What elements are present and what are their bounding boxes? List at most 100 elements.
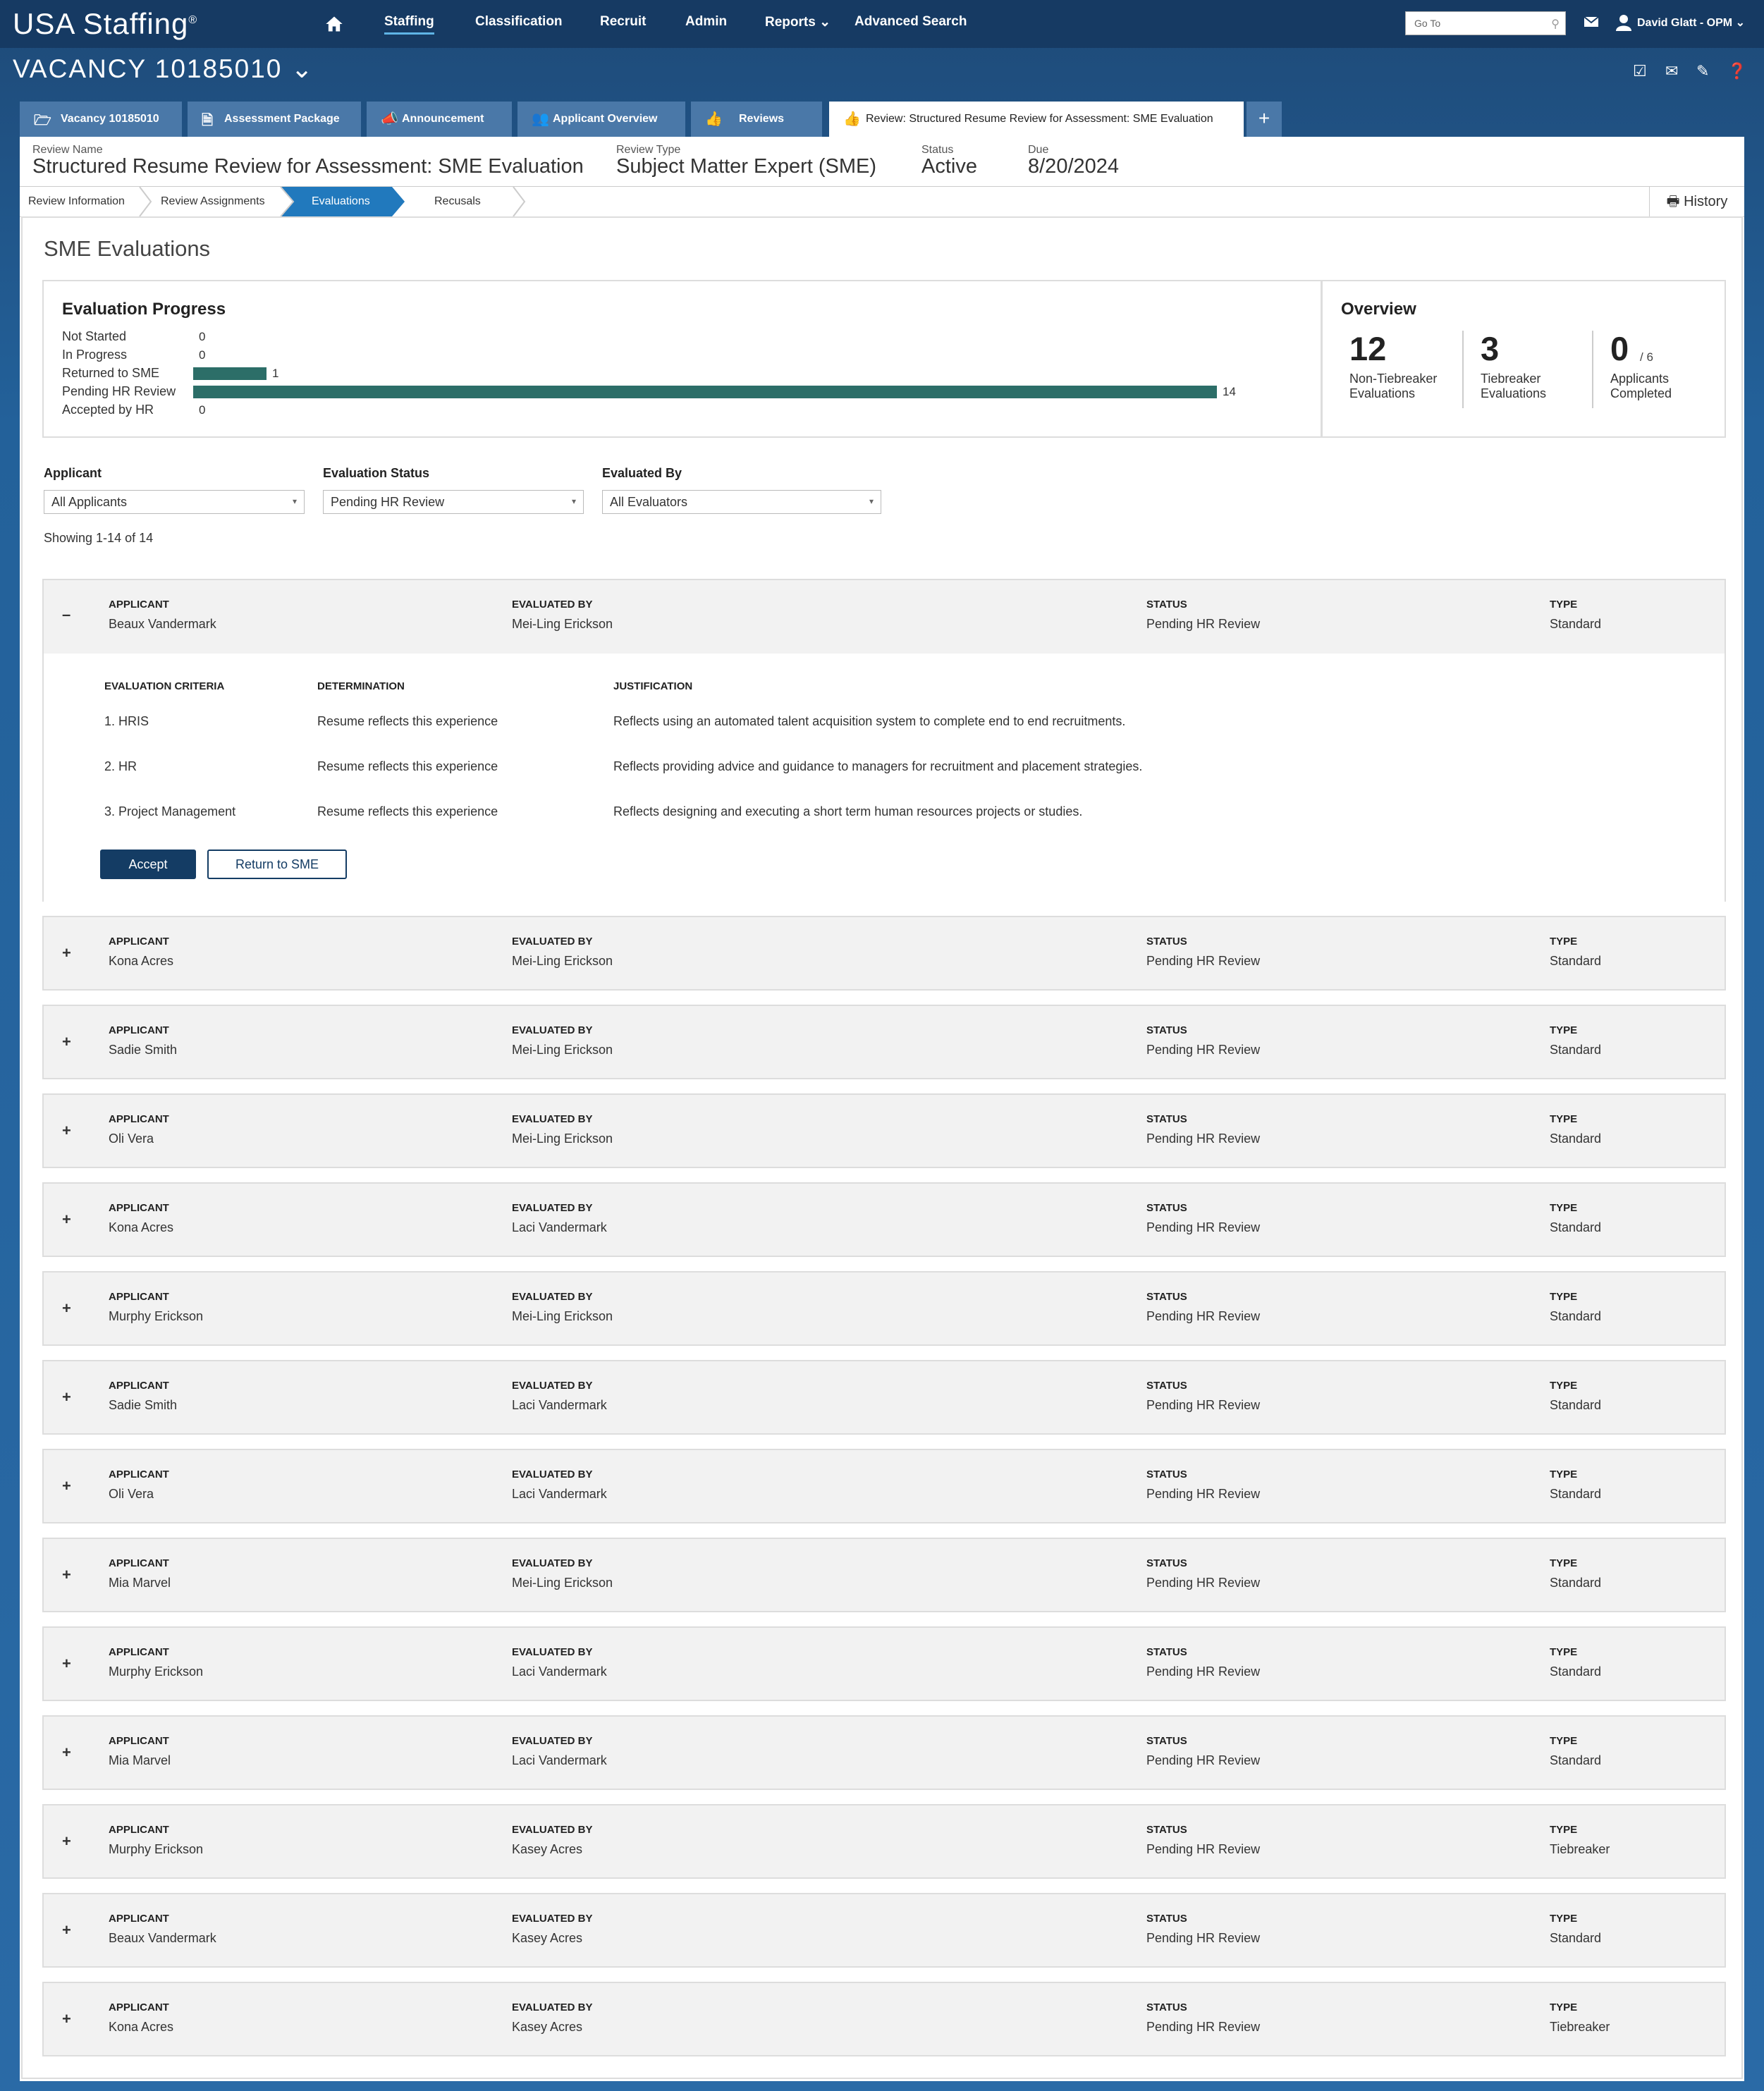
col-header-type: TYPE (1550, 2001, 1578, 2013)
nav-advanced-search[interactable]: Advanced Search (855, 14, 967, 30)
nav-admin[interactable]: Admin (685, 14, 727, 30)
chat-icon[interactable]: ✎ (1696, 62, 1709, 80)
expand-toggle[interactable]: + (62, 1921, 71, 1939)
col-header-evaluated-by: EVALUATED BY (512, 599, 593, 611)
evaluation-card[interactable]: + APPLICANT Sadie Smith EVALUATED BY Mei-Lin… (42, 1005, 1726, 1079)
tab-assessment-package[interactable]: 🗎 Assessment Package (188, 102, 361, 137)
app-logo[interactable]: USA Staffing® (13, 7, 197, 41)
nav-classification[interactable]: Classification (475, 14, 563, 30)
evaluation-card[interactable]: – APPLICANT Beaux Vandermark EVALUATED BY Me… (42, 579, 1726, 902)
user-menu[interactable]: David Glatt - OPM ⌄ (1637, 16, 1745, 30)
evaluation-card[interactable]: + APPLICANT Murphy Erickson EVALUATED BY Lac… (42, 1626, 1726, 1701)
criteria-criteria: 1. HRIS (104, 714, 149, 728)
nav-staffing[interactable]: Staffing (384, 14, 434, 35)
evaluation-card[interactable]: + APPLICANT Sadie Smith EVALUATED BY Laci Va… (42, 1360, 1726, 1435)
col-header-status: STATUS (1146, 599, 1187, 611)
goto-input[interactable]: Go To ⚲ (1405, 11, 1566, 35)
step-recusals[interactable]: Recusals (434, 187, 481, 216)
home-icon[interactable] (324, 14, 344, 34)
evaluation-card[interactable]: + APPLICANT Beaux Vandermark EVALUATED BY Ka… (42, 1893, 1726, 1968)
collapse-toggle[interactable]: – (62, 606, 71, 624)
step-review-information[interactable]: Review Information (28, 187, 125, 216)
cell-evaluator: Laci Vandermark (512, 1753, 607, 1767)
checklist-icon[interactable]: ☑ (1633, 62, 1647, 80)
expand-toggle[interactable]: + (62, 1033, 71, 1051)
tab-applicant-overview[interactable]: 👥 Applicant Overview (517, 102, 685, 137)
col-header-evaluated-by: EVALUATED BY (512, 1380, 593, 1392)
col-header-status: STATUS (1146, 1024, 1187, 1036)
accept-button[interactable]: Accept (100, 850, 196, 879)
expand-toggle[interactable]: + (62, 1210, 71, 1229)
nav-recruit[interactable]: Recruit (600, 14, 646, 30)
tab-review-active[interactable]: 👍 Review: Structured Resume Review for As… (829, 102, 1244, 138)
inbox-icon[interactable]: ✉ (1665, 62, 1678, 80)
user-icon[interactable] (1616, 14, 1631, 31)
evaluation-card[interactable]: + APPLICANT Murphy Erickson EVALUATED BY Kas… (42, 1804, 1726, 1879)
add-tab-button[interactable]: + (1247, 102, 1282, 137)
cell-type: Standard (1550, 1220, 1602, 1234)
help-icon[interactable]: ❓ (1727, 62, 1746, 80)
printer-icon: 🖶 (1666, 194, 1680, 209)
mail-icon[interactable] (1584, 16, 1599, 28)
cell-evaluator: Mei-Ling Erickson (512, 1043, 613, 1057)
progress-count: 0 (199, 330, 206, 343)
expand-toggle[interactable]: + (62, 1122, 71, 1140)
col-header-type: TYPE (1550, 1557, 1578, 1569)
expand-toggle[interactable]: + (62, 1655, 71, 1673)
criteria-determination: Resume reflects this experience (317, 804, 498, 818)
col-header-type: TYPE (1550, 1646, 1578, 1658)
history-button[interactable]: 🖶 History (1649, 187, 1744, 216)
expand-toggle[interactable]: + (62, 2010, 71, 2028)
tab-reviews[interactable]: 👍 Reviews (691, 102, 822, 137)
cell-status: Pending HR Review (1146, 1842, 1261, 1856)
step-evaluations[interactable]: Evaluations (312, 187, 370, 216)
criteria-determination: Resume reflects this experience (317, 714, 498, 728)
evaluation-card[interactable]: + APPLICANT Kona Acres EVALUATED BY Mei-Ling… (42, 916, 1726, 991)
expand-toggle[interactable]: + (62, 1388, 71, 1406)
evaluation-card[interactable]: + APPLICANT Oli Vera EVALUATED BY Laci Vande… (42, 1449, 1726, 1523)
evaluator-filter-select[interactable]: All Evaluators ▾ (602, 490, 881, 514)
step-review-assignments[interactable]: Review Assignments (161, 187, 265, 216)
cell-status: Pending HR Review (1146, 2020, 1261, 2034)
expand-toggle[interactable]: + (62, 1477, 71, 1495)
search-icon[interactable]: ⚲ (1551, 17, 1560, 31)
status-filter-select[interactable]: Pending HR Review ▾ (323, 490, 584, 514)
expand-toggle[interactable]: + (62, 1566, 71, 1584)
cell-status: Pending HR Review (1146, 1132, 1261, 1146)
evaluation-card[interactable]: + APPLICANT Mia Marvel EVALUATED BY Mei-Ling… (42, 1538, 1726, 1612)
review-name: Structured Resume Review for Assessment:… (32, 155, 584, 178)
evaluation-card[interactable]: + APPLICANT Mia Marvel EVALUATED BY Laci Van… (42, 1715, 1726, 1790)
people-icon: 👥 (532, 111, 549, 127)
expand-toggle[interactable]: + (62, 1743, 71, 1762)
tab-announcement[interactable]: 📣 Announcement (367, 102, 512, 137)
applicant-filter-label: Applicant (44, 466, 102, 480)
progress-count: 0 (199, 403, 206, 417)
expand-toggle[interactable]: + (62, 1832, 71, 1851)
applicant-filter-select[interactable]: All Applicants ▾ (44, 490, 305, 514)
cell-type: Standard (1550, 1309, 1602, 1323)
col-header-evaluated-by: EVALUATED BY (512, 1291, 593, 1303)
col-header-type: TYPE (1550, 1824, 1578, 1836)
vacancy-title[interactable]: VACANCY 10185010 ⌄ (13, 54, 314, 84)
expand-toggle[interactable]: + (62, 944, 71, 962)
cell-status: Pending HR Review (1146, 1220, 1261, 1234)
return-to-sme-button[interactable]: Return to SME (207, 850, 347, 879)
col-header-applicant: APPLICANT (109, 1468, 169, 1480)
cell-evaluator: Laci Vandermark (512, 1398, 607, 1412)
evaluation-card[interactable]: + APPLICANT Oli Vera EVALUATED BY Mei-Ling E… (42, 1093, 1726, 1168)
cell-type: Standard (1550, 1398, 1602, 1412)
col-header-evaluated-by: EVALUATED BY (512, 936, 593, 948)
evaluation-card[interactable]: + APPLICANT Murphy Erickson EVALUATED BY Mei… (42, 1271, 1726, 1346)
col-header-type: TYPE (1550, 1024, 1578, 1036)
col-header-type: TYPE (1550, 599, 1578, 611)
cell-applicant: Mia Marvel (109, 1753, 171, 1767)
page-title: SME Evaluations (44, 236, 211, 261)
evaluation-card[interactable]: + APPLICANT Kona Acres EVALUATED BY Kasey Ac… (42, 1982, 1726, 2056)
cell-status: Pending HR Review (1146, 1753, 1261, 1767)
nav-reports[interactable]: Reports ⌄ (765, 14, 831, 30)
evaluation-card[interactable]: + APPLICANT Kona Acres EVALUATED BY Laci Van… (42, 1182, 1726, 1257)
cell-type: Standard (1550, 1753, 1602, 1767)
tab-vacancy[interactable]: 🗁 Vacancy 10185010 (20, 102, 182, 137)
expand-toggle[interactable]: + (62, 1299, 71, 1318)
non-tiebreaker-label: Non-Tiebreaker Evaluations (1349, 372, 1438, 400)
